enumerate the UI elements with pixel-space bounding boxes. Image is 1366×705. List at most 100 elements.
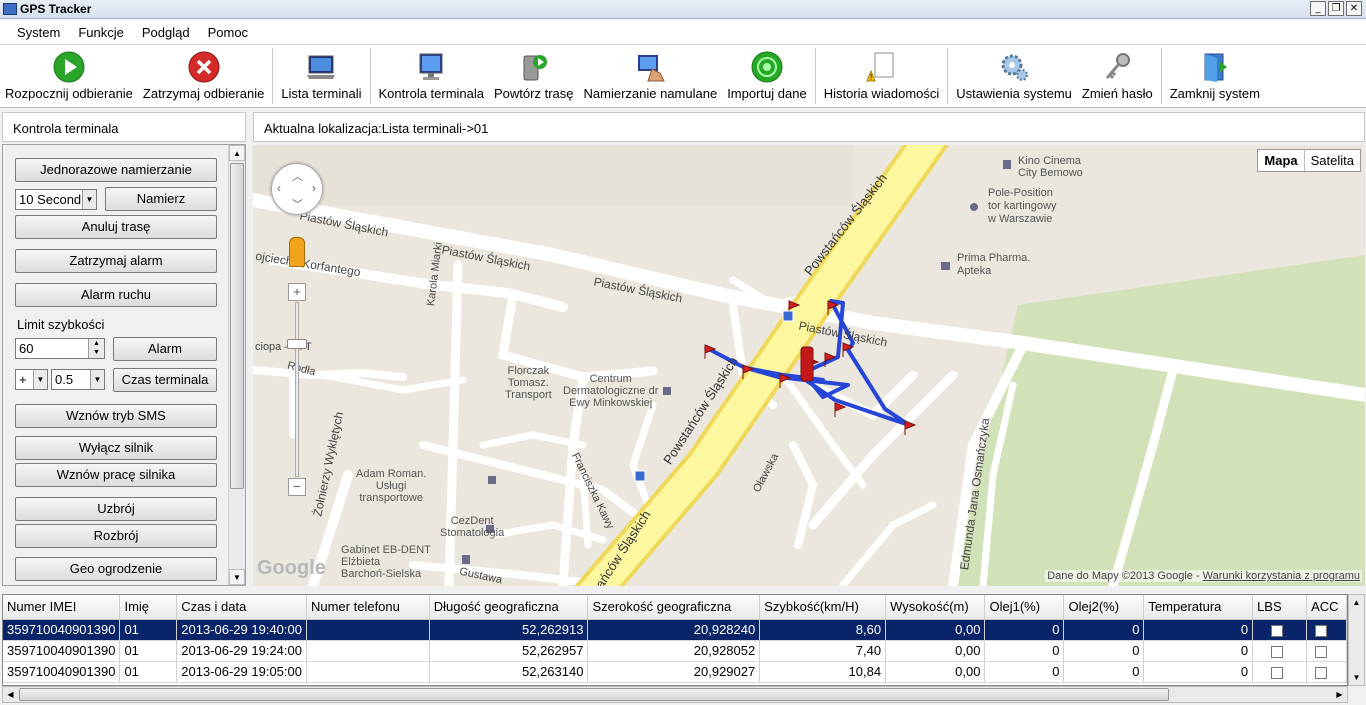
left-panel-header: Kontrola terminala xyxy=(2,112,246,142)
close-system-button[interactable]: Zamknij system xyxy=(1165,45,1265,107)
poi-label: CezDent Stomatologia xyxy=(440,515,505,539)
scroll-down-icon[interactable]: ▼ xyxy=(1349,670,1364,685)
table-row[interactable]: 359710040901390 01 2013-06-29 19:05:00 5… xyxy=(3,661,1347,683)
geofence-button[interactable]: Geo ogrodzenie xyxy=(15,557,217,581)
motion-alarm-button[interactable]: Alarm ruchu xyxy=(15,283,217,307)
acc-cell xyxy=(1306,661,1347,683)
longitude-cell: 52,263140 xyxy=(429,661,589,683)
scroll-up-icon[interactable]: ▲ xyxy=(1349,595,1364,610)
scroll-thumb[interactable] xyxy=(230,163,244,489)
column-header[interactable]: Czas i data xyxy=(176,595,307,620)
zoom-slider-handle[interactable] xyxy=(287,339,307,349)
scroll-right-icon[interactable]: ▶ xyxy=(1332,687,1347,702)
single-locate-button[interactable]: Jednorazowe namierzanie xyxy=(15,158,217,182)
replay-route-button[interactable]: Powtórz trasę xyxy=(489,45,578,107)
table-row[interactable]: 359710040901390 01 2013-06-29 19:24:00 5… xyxy=(3,640,1347,662)
menu-pomoc[interactable]: Pomoc xyxy=(199,20,257,44)
column-header[interactable]: Olej2(%) xyxy=(1063,595,1145,620)
table-row[interactable]: 359710040901390 01 2013-06-29 19:40:00 5… xyxy=(3,619,1347,641)
column-header[interactable]: LBS xyxy=(1252,595,1308,620)
minimize-button[interactable]: _ xyxy=(1310,1,1326,16)
terminal-time-button[interactable]: Czas terminala xyxy=(113,368,217,392)
message-history-button[interactable]: ! Historia wiadomości xyxy=(819,45,945,107)
acc-cell xyxy=(1306,640,1347,662)
stop-icon xyxy=(187,51,221,83)
map-type-satellite[interactable]: Satelita xyxy=(1305,150,1360,171)
acc-checkbox[interactable] xyxy=(1315,666,1328,679)
system-settings-button[interactable]: Ustawienia systemu xyxy=(951,45,1077,107)
close-button[interactable]: ✕ xyxy=(1346,1,1362,16)
alarm-button[interactable]: Alarm xyxy=(113,337,217,361)
terminal-control-button[interactable]: Kontrola terminala xyxy=(374,45,490,107)
menu-podglad[interactable]: Podgląd xyxy=(133,20,199,44)
pegman-icon[interactable] xyxy=(289,237,305,267)
disarm-button[interactable]: Rozbrój xyxy=(15,524,217,548)
engine-off-button[interactable]: Wyłącz silnik xyxy=(15,436,217,460)
column-header[interactable]: Długość geograficzna xyxy=(429,595,589,620)
menu-funkcje[interactable]: Funkcje xyxy=(69,20,133,44)
column-header[interactable]: Wysokość(m) xyxy=(885,595,986,620)
locate-button[interactable]: Namierzanie namulane xyxy=(579,45,723,107)
acc-checkbox[interactable] xyxy=(1315,645,1328,658)
column-header[interactable]: Szerokość geograficzna xyxy=(587,595,761,620)
resume-sms-button[interactable]: Wznów tryb SMS xyxy=(15,404,217,428)
key-icon xyxy=(1100,51,1134,83)
tz-value-select[interactable]: 0.5 ▼ xyxy=(51,369,105,390)
stop-alarm-button[interactable]: Zatrzymaj alarm xyxy=(15,249,217,273)
pan-right-icon[interactable]: › xyxy=(312,181,316,195)
scroll-left-icon[interactable]: ◀ xyxy=(3,687,18,702)
scroll-thumb[interactable] xyxy=(19,688,1169,701)
map-type-control: Mapa Satelita xyxy=(1257,149,1361,172)
lbs-checkbox[interactable] xyxy=(1271,624,1284,637)
longitude-cell: 52,262913 xyxy=(429,619,589,641)
scroll-up-icon[interactable]: ▲ xyxy=(229,145,245,161)
column-header[interactable]: Numer telefonu xyxy=(306,595,430,620)
map-view[interactable]: Piastów Śląskich Piastów Śląskich Piastó… xyxy=(253,145,1365,586)
table-horizontal-scrollbar[interactable]: ◀ ▶ xyxy=(2,686,1348,703)
pan-down-icon[interactable]: ﹀ xyxy=(292,196,303,212)
zoom-out-button[interactable]: − xyxy=(288,478,306,496)
zoom-slider-track[interactable] xyxy=(295,302,299,477)
scroll-down-icon[interactable]: ▼ xyxy=(229,569,245,585)
column-header[interactable]: Temperatura xyxy=(1143,595,1254,620)
column-header[interactable]: Imię xyxy=(119,595,178,620)
interval-select[interactable]: 10 Second ▼ xyxy=(15,189,97,210)
tz-sign-select[interactable]: + ▼ xyxy=(15,369,48,390)
toolbar-separator xyxy=(369,48,371,104)
column-header[interactable]: ACC xyxy=(1306,595,1347,620)
play-icon xyxy=(52,51,86,83)
latitude-cell: 20,929027 xyxy=(587,661,761,683)
engine-on-button[interactable]: Wznów pracę silnika xyxy=(15,463,217,487)
google-logo: Google xyxy=(257,557,326,579)
terminal-list-button[interactable]: Lista terminali xyxy=(276,45,366,107)
column-header[interactable]: Olej1(%) xyxy=(984,595,1065,620)
table-vertical-scrollbar[interactable]: ▲ ▼ xyxy=(1348,594,1365,686)
maximize-button[interactable]: ❐ xyxy=(1328,1,1344,16)
import-data-button[interactable]: Importuj dane xyxy=(722,45,812,107)
lbs-cell xyxy=(1252,661,1308,683)
column-header[interactable]: Szybkość(km/H) xyxy=(759,595,887,620)
column-header[interactable]: Numer IMEI xyxy=(3,595,121,620)
locate-now-button[interactable]: Namierz xyxy=(105,187,217,211)
positions-table: Numer IMEI Imię Czas i data Numer telefo… xyxy=(2,594,1348,686)
change-password-button[interactable]: Zmień hasło xyxy=(1077,45,1158,107)
start-receiving-button[interactable]: Rozpocznij odbieranie xyxy=(0,45,138,107)
arm-button[interactable]: Uzbrój xyxy=(15,497,217,521)
lbs-checkbox[interactable] xyxy=(1271,645,1284,658)
pan-left-icon[interactable]: ‹ xyxy=(277,181,281,195)
pan-control[interactable]: ︿ ﹀ ‹ › xyxy=(271,163,323,215)
terms-link[interactable]: Warunki korzystania z programu xyxy=(1203,570,1360,582)
lbs-checkbox[interactable] xyxy=(1271,666,1284,679)
terminal-control-panel: Jednorazowe namierzanie 10 Second ▼ Namie… xyxy=(2,144,246,586)
left-panel-scrollbar[interactable]: ▲ ▼ xyxy=(228,145,245,585)
pan-up-icon[interactable]: ︿ xyxy=(292,168,303,184)
cancel-route-button[interactable]: Anuluj trasę xyxy=(15,215,217,239)
stop-receiving-button[interactable]: Zatrzymaj odbieranie xyxy=(138,45,269,107)
acc-checkbox[interactable] xyxy=(1315,624,1328,637)
map-type-map[interactable]: Mapa xyxy=(1258,150,1305,171)
menu-system[interactable]: System xyxy=(8,20,69,44)
zoom-in-button[interactable]: + xyxy=(288,283,306,301)
window-title: GPS Tracker xyxy=(20,2,92,16)
spinner-icon[interactable]: ▲ ▼ xyxy=(88,339,104,358)
speed-limit-input[interactable]: 60 ▲ ▼ xyxy=(15,338,105,359)
